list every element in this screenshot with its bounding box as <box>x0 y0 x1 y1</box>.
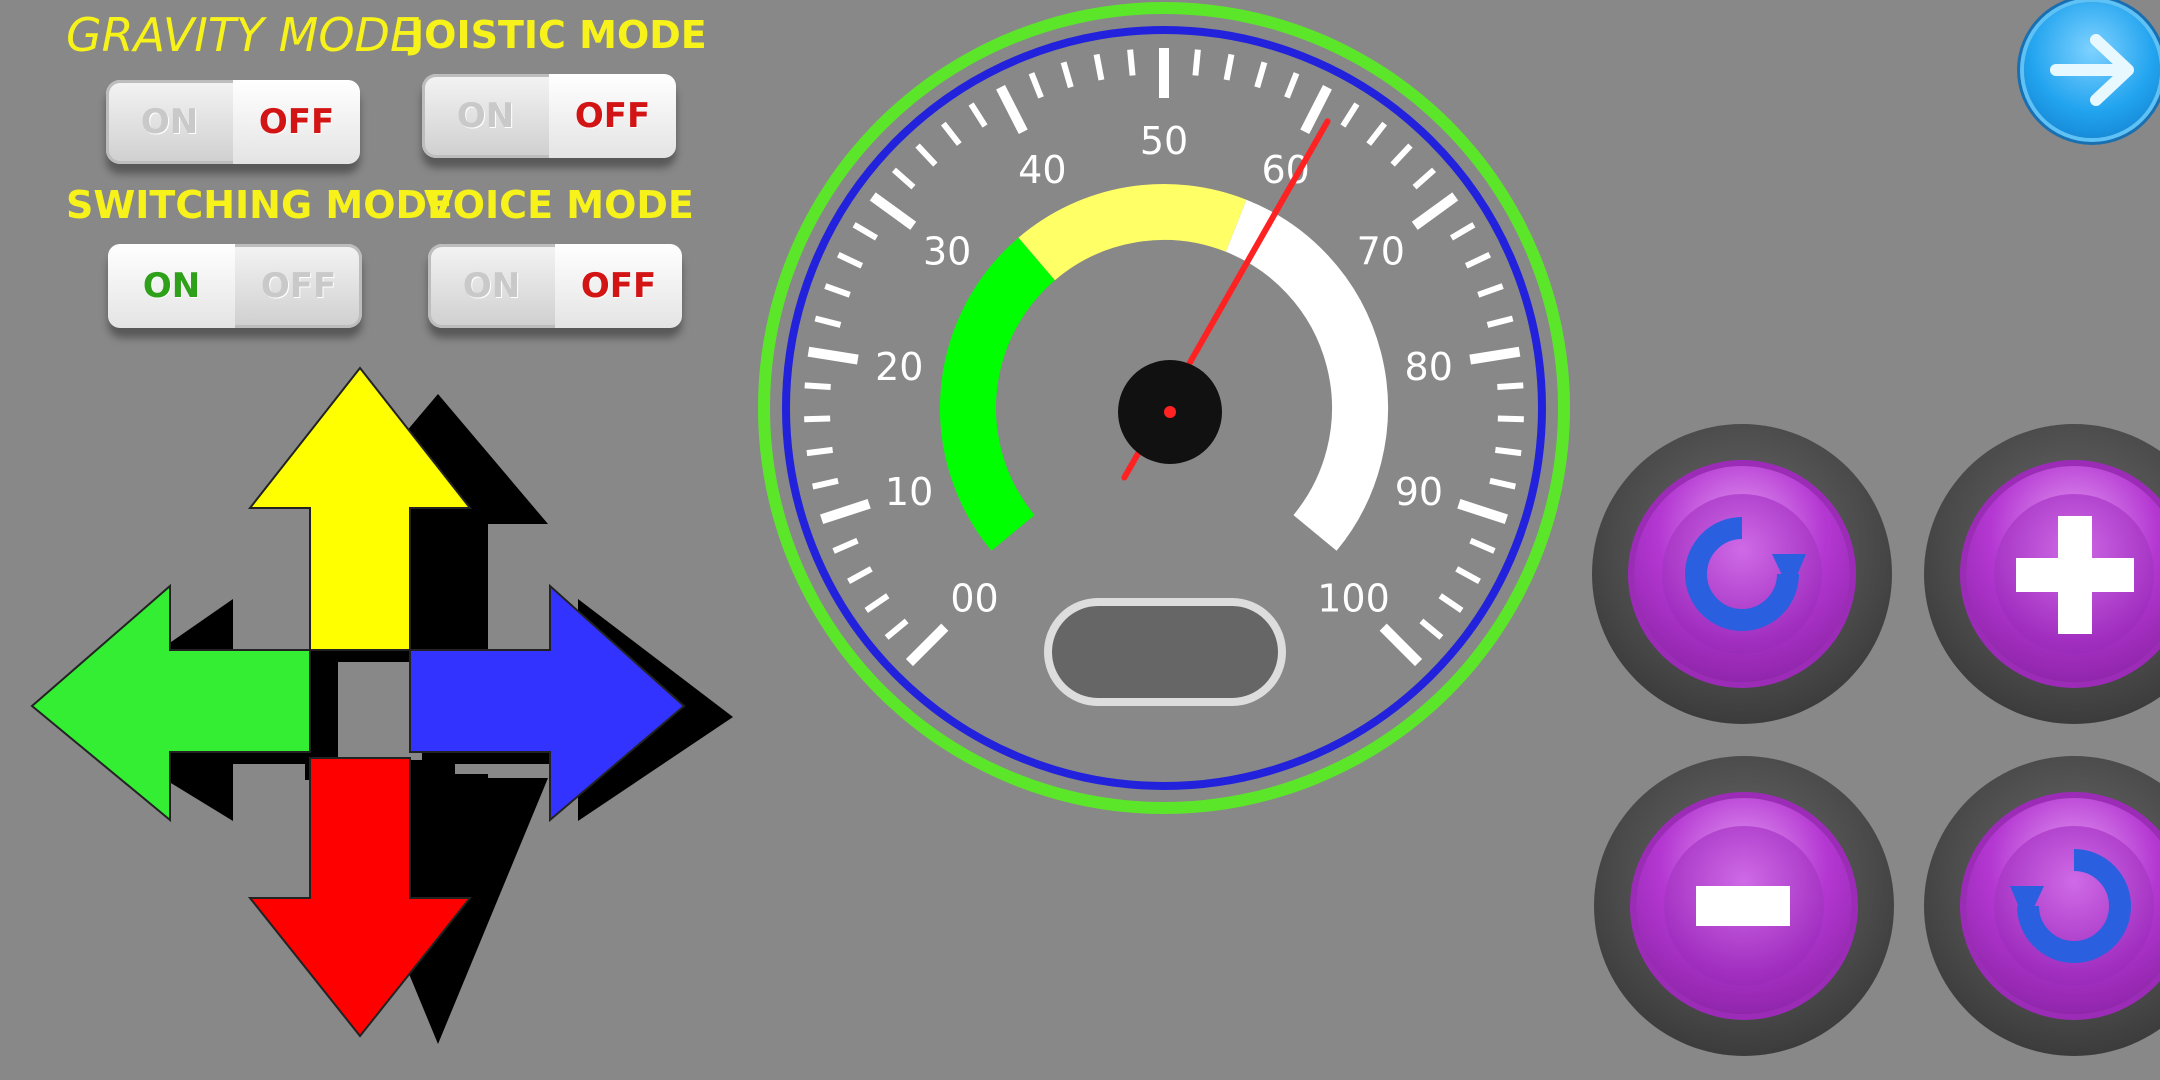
plus-icon <box>2016 516 2134 634</box>
gravity-off-label: OFF <box>233 80 360 164</box>
minus-button[interactable] <box>1594 756 1894 1056</box>
minus-icon <box>1696 886 1790 926</box>
gauge-label: 80 <box>1405 345 1453 389</box>
joistic-mode-label: JOISTIC MODE <box>410 13 707 57</box>
gauge-tick <box>804 415 831 423</box>
gauge-tick <box>1497 382 1524 391</box>
switching-mode-label: SWITCHING MODE <box>66 183 454 227</box>
switching-off-label: OFF <box>260 266 337 306</box>
gauge-label: 50 <box>1140 119 1188 163</box>
gravity-on-label: ON <box>140 102 199 142</box>
gauge-label: 70 <box>1357 229 1405 273</box>
next-button[interactable] <box>2024 2 2160 138</box>
gauge-label: 40 <box>1018 148 1066 192</box>
gauge-tick <box>806 446 834 457</box>
rotate-clockwise-icon <box>1685 517 1806 631</box>
gauge-label: 00 <box>950 577 998 621</box>
left-arrow-icon[interactable] <box>30 583 311 823</box>
rotate-counterclockwise-button[interactable] <box>1924 756 2160 1056</box>
voice-on-label: ON <box>462 266 521 306</box>
gauge-tick <box>804 382 831 391</box>
gauge-tick <box>1494 446 1522 457</box>
switching-mode-toggle[interactable]: ON OFF <box>108 244 362 328</box>
gauge-tick <box>1192 49 1201 76</box>
voice-off-label: OFF <box>555 244 682 328</box>
gauge-label: 90 <box>1395 470 1443 514</box>
speedometer-gauge: 00102030405060708090100 <box>758 2 1570 814</box>
gravity-mode-toggle[interactable]: ON OFF <box>106 80 360 164</box>
gauge-label: 30 <box>923 229 971 273</box>
gauge-readout-box <box>1044 598 1286 706</box>
switching-on-label: ON <box>108 244 235 328</box>
rotate-counterclockwise-icon <box>2010 849 2131 963</box>
arrow-right-icon <box>2050 34 2134 106</box>
voice-mode-label: VOICE MODE <box>424 183 694 227</box>
gauge-label: 20 <box>875 345 923 389</box>
joistic-mode-toggle[interactable]: ON OFF <box>422 74 676 158</box>
joistic-off-label: OFF <box>549 74 676 158</box>
joistic-on-label: ON <box>456 96 515 136</box>
gauge-label: 100 <box>1317 577 1390 621</box>
gauge-tick <box>1497 415 1524 423</box>
gauge-tick <box>1127 49 1136 76</box>
gauge-label: 10 <box>885 470 933 514</box>
direction-pad <box>30 366 733 1044</box>
plus-button[interactable] <box>1924 424 2160 724</box>
voice-mode-toggle[interactable]: ON OFF <box>428 244 682 328</box>
rotate-clockwise-button[interactable] <box>1592 424 1892 724</box>
gravity-mode-label: GRAVITY MODE <box>66 8 420 62</box>
